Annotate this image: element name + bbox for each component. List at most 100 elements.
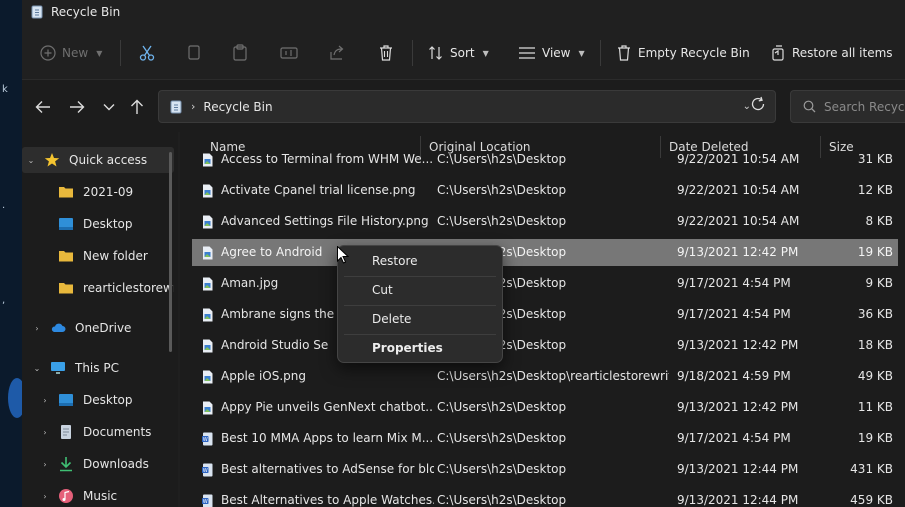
sidebar-item-new-folder[interactable]: New folder <box>22 243 174 269</box>
navigation-pane: ⌄ Quick access 2021-09 Desktop New folde… <box>22 132 178 507</box>
word-document-icon: W <box>202 494 213 507</box>
original-location: C:\Users\h2s\Desktop <box>437 400 567 414</box>
chevron-right-icon[interactable]: › <box>38 396 52 405</box>
up-button[interactable] <box>126 96 148 118</box>
command-bar: New ▼ Sort ▼ View ▼ Empty Recycle Bin Re… <box>22 24 905 80</box>
back-button[interactable] <box>32 96 54 118</box>
rename-icon <box>280 47 298 59</box>
paste-button[interactable] <box>232 38 248 68</box>
file-name-cell[interactable]: W Best 10 MMA Apps to learn Mix M... <box>202 425 434 452</box>
sidebar-item-documents[interactable]: › Documents <box>22 419 174 445</box>
breadcrumb-item[interactable]: Recycle Bin <box>203 100 272 114</box>
refresh-icon <box>751 96 765 111</box>
file-name: Best 10 MMA Apps to learn Mix M... <box>221 431 434 445</box>
file-name-cell[interactable]: Access to Terminal from WHM We... <box>202 146 434 173</box>
recycle-bin-icon <box>170 100 182 113</box>
sidebar-scrollbar[interactable] <box>169 152 172 352</box>
search-box[interactable] <box>790 90 905 123</box>
title-bar[interactable]: Recycle Bin <box>22 0 905 24</box>
file-name-cell[interactable]: Activate Cpanel trial license.png <box>202 177 434 204</box>
address-bar[interactable]: › Recycle Bin ⌄ <box>158 90 776 123</box>
recent-locations-button[interactable] <box>98 96 120 118</box>
recycle-bin-icon <box>31 5 43 19</box>
sidebar-item-onedrive[interactable]: › OneDrive <box>22 315 174 341</box>
copy-button[interactable] <box>186 38 202 68</box>
file-name-cell[interactable]: W Best alternatives to AdSense for blo... <box>202 456 434 483</box>
date-deleted: 9/22/2021 10:54 AM <box>677 183 800 197</box>
sidebar-item-downloads[interactable]: › Downloads <box>22 451 174 477</box>
sort-label: Sort <box>450 46 475 60</box>
monitor-icon <box>51 362 65 374</box>
delete-button[interactable] <box>378 38 394 68</box>
empty-recycle-bin-button[interactable]: Empty Recycle Bin <box>616 38 750 68</box>
file-name-cell[interactable]: Appy Pie unveils GenNext chatbot.... <box>202 394 434 421</box>
scissors-icon <box>139 45 155 61</box>
sidebar-item-rearticlestore[interactable]: rearticlestorewr <box>22 275 174 301</box>
cloud-icon <box>51 323 66 332</box>
restore-all-button[interactable]: Restore all items <box>770 38 893 68</box>
share-button[interactable] <box>328 38 346 68</box>
sort-button[interactable]: Sort ▼ <box>428 38 489 68</box>
chevron-right-icon[interactable]: › <box>38 492 52 501</box>
sidebar-item-label: Desktop <box>83 217 133 231</box>
sidebar-item-2021-09[interactable]: 2021-09 <box>22 179 174 205</box>
table-row[interactable]: Activate Cpanel trial license.png C:\User… <box>192 177 898 204</box>
refresh-button[interactable] <box>750 96 766 115</box>
table-row[interactable]: Agree to AndroidC:\Users\h2s\Desktop9/13… <box>192 239 898 266</box>
rename-button[interactable] <box>280 38 298 68</box>
sidebar-item-desktop[interactable]: Desktop <box>22 211 174 237</box>
file-name-cell[interactable]: W Best Alternatives to Apple Watches... <box>202 487 434 507</box>
star-icon <box>44 153 60 167</box>
sidebar-item-this-pc[interactable]: ⌄ This PC <box>22 355 174 381</box>
restore-menu-item[interactable]: Restore <box>338 247 502 276</box>
desktop-fragment: , <box>2 295 6 306</box>
file-name: Agree to Android <box>221 245 323 259</box>
file-name-cell[interactable]: Apple iOS.png <box>202 363 434 390</box>
forward-button[interactable] <box>66 96 88 118</box>
table-row[interactable]: W Best 10 MMA Apps to learn Mix M... C:\Us… <box>192 425 898 452</box>
sidebar-item-music[interactable]: › Music <box>22 483 174 507</box>
chevron-down-icon[interactable]: ⌄ <box>24 156 38 165</box>
document-icon <box>61 425 71 439</box>
search-input[interactable] <box>824 99 905 114</box>
original-location: C:\Users\h2s\Desktop\rearticlestorewrite… <box>437 369 669 383</box>
music-icon <box>59 489 73 503</box>
file-name-cell[interactable]: Advanced Settings File History.png <box>202 208 434 235</box>
table-row[interactable]: W Best Alternatives to Apple Watches... C:… <box>192 487 898 507</box>
image-file-icon <box>203 401 213 414</box>
chevron-right-icon[interactable]: › <box>38 460 52 469</box>
toolbar-separator <box>412 40 413 66</box>
sidebar-item-quick-access[interactable]: ⌄ Quick access <box>22 147 174 173</box>
table-row[interactable]: Appy Pie unveils GenNext chatbot.... C:\U… <box>192 394 898 421</box>
breadcrumb-chevron-icon: › <box>191 100 196 113</box>
sidebar-item-desktop[interactable]: › Desktop <box>22 387 174 413</box>
folder-icon <box>59 251 73 262</box>
properties-menu-item[interactable]: Properties <box>338 334 502 363</box>
image-file-icon <box>203 339 213 352</box>
desktop-icon <box>59 394 73 406</box>
cut-menu-item[interactable]: Cut <box>338 276 502 305</box>
delete-menu-item[interactable]: Delete <box>338 305 502 334</box>
table-row[interactable]: Android Studio SeC:\Users\h2s\Desktop9/1… <box>192 332 898 359</box>
new-button[interactable]: New ▼ <box>40 38 102 68</box>
table-row[interactable]: Apple iOS.png C:\Users\h2s\Desktop\rearti… <box>192 363 898 390</box>
mouse-cursor-icon <box>337 246 349 264</box>
cut-button[interactable] <box>138 38 156 68</box>
sidebar-item-label: This PC <box>75 361 119 375</box>
chevron-down-icon <box>103 104 115 111</box>
chevron-right-icon[interactable]: › <box>30 324 44 333</box>
file-size: 36 KB <box>857 307 893 321</box>
context-menu: Restore Cut Delete Properties <box>337 245 503 363</box>
view-button[interactable]: View ▼ <box>518 38 585 68</box>
table-row[interactable]: Aman.jpgC:\Users\h2s\Desktop9/17/2021 4:… <box>192 270 898 297</box>
original-location: C:\Users\h2s\Desktop <box>437 462 567 476</box>
table-row[interactable]: Access to Terminal from WHM We... C:\User… <box>192 146 898 173</box>
file-name: Best Alternatives to Apple Watches... <box>221 493 434 507</box>
table-row[interactable]: Ambrane signs theC:\Users\h2s\Desktop9/1… <box>192 301 898 328</box>
table-row[interactable]: W Best alternatives to AdSense for blo...… <box>192 456 898 483</box>
chevron-down-icon[interactable]: ⌄ <box>30 364 44 373</box>
file-size: 19 KB <box>857 431 893 445</box>
chevron-right-icon[interactable]: › <box>38 428 52 437</box>
file-explorer-window: Recycle Bin New ▼ Sort ▼ View ▼ Empty Re… <box>22 0 905 507</box>
table-row[interactable]: Advanced Settings File History.png C:\Use… <box>192 208 898 235</box>
